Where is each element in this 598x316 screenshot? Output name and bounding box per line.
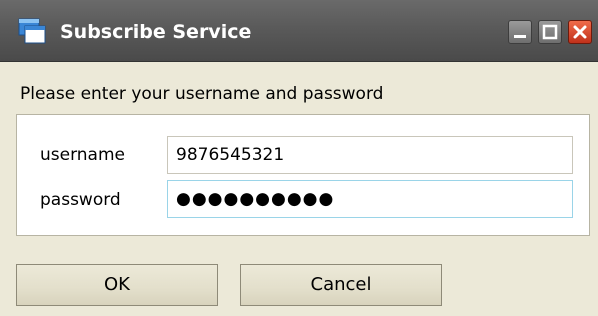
windows-icon (18, 18, 46, 44)
close-icon[interactable] (568, 20, 592, 44)
subscribe-dialog: Subscribe Service Please enter your user… (0, 0, 598, 316)
minimize-icon[interactable] (508, 20, 532, 44)
login-form-panel: username 9876545321 password ●●●●●●●●●● (16, 114, 590, 236)
window-title: Subscribe Service (60, 21, 252, 43)
cancel-button[interactable]: Cancel (240, 264, 442, 306)
password-label: password (40, 190, 121, 210)
title-bar[interactable]: Subscribe Service (0, 0, 598, 62)
username-field[interactable]: 9876545321 (167, 136, 573, 174)
ok-button[interactable]: OK (16, 264, 218, 306)
password-field[interactable]: ●●●●●●●●●● (167, 180, 573, 218)
username-label: username (40, 145, 125, 165)
maximize-icon[interactable] (538, 20, 562, 44)
instruction-text: Please enter your username and password (20, 84, 384, 104)
